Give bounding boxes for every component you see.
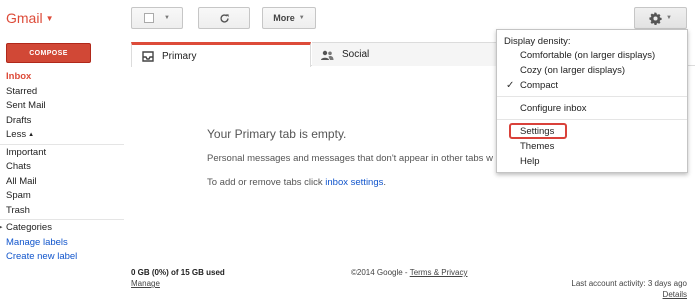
compact-label: Compact <box>520 80 559 91</box>
chevron-down-icon: ▼ <box>164 15 170 21</box>
tab-social-label: Social <box>342 49 370 60</box>
menu-divider <box>497 119 687 120</box>
themes-option[interactable]: Themes <box>497 140 687 153</box>
select-button[interactable]: ▼ <box>131 7 183 29</box>
copyright-text: ©2014 Google - <box>351 268 410 277</box>
menu-divider <box>497 96 687 97</box>
tabs-hint-text: To add or remove tabs click <box>207 177 326 188</box>
sidebar-item-sent-mail[interactable]: Sent Mail <box>6 99 124 114</box>
checkbox-icon <box>144 13 155 23</box>
tab-primary[interactable]: Primary <box>131 42 311 67</box>
last-account-activity: Last account activity: 3 days ago <box>571 279 687 288</box>
terms-privacy-link[interactable]: Terms & Privacy <box>410 268 468 277</box>
people-icon <box>320 50 334 60</box>
sidebar-less-toggle[interactable]: Less ▲ <box>6 128 124 143</box>
display-density-heading: Display density: <box>504 36 571 47</box>
density-compact-option[interactable]: ✓ Compact <box>497 79 687 92</box>
sidebar-item-spam[interactable]: Spam <box>6 189 124 204</box>
tabs-hint-suffix: . <box>383 177 387 188</box>
help-option[interactable]: Help <box>497 155 687 168</box>
create-new-label-link[interactable]: Create new label <box>6 250 124 265</box>
sidebar-item-important[interactable]: Important <box>6 146 124 161</box>
refresh-icon <box>219 13 229 23</box>
tabs-hint: To add or remove tabs click inbox settin… <box>207 177 386 188</box>
less-label: Less <box>6 129 27 140</box>
inbox-icon <box>142 50 154 62</box>
density-comfortable-option[interactable]: Comfortable (on larger displays) <box>497 49 687 62</box>
sidebar-divider <box>0 219 124 220</box>
footer-copyright: ©2014 Google - Terms & Privacy <box>351 268 467 277</box>
sidebar-item-starred[interactable]: Starred <box>6 85 124 100</box>
configure-inbox-option[interactable]: Configure inbox <box>497 102 687 115</box>
gear-icon <box>649 11 662 25</box>
sidebar-item-categories[interactable]: ▸ Categories <box>0 221 124 236</box>
triangle-right-icon: ▸ <box>0 224 3 231</box>
categories-label: Categories <box>6 222 52 233</box>
settings-gear-button[interactable]: ▼ <box>634 7 687 29</box>
manage-storage-link[interactable]: Manage <box>131 279 160 288</box>
more-label: More <box>273 13 295 23</box>
empty-state-description: Personal messages and messages that don'… <box>207 153 493 164</box>
settings-option[interactable]: Settings <box>497 125 687 138</box>
sidebar-item-inbox[interactable]: Inbox <box>6 70 124 85</box>
checkmark-icon: ✓ <box>506 80 515 91</box>
manage-labels-link[interactable]: Manage labels <box>6 236 124 251</box>
sidebar-item-drafts[interactable]: Drafts <box>6 114 124 129</box>
tab-primary-label: Primary <box>162 50 197 62</box>
settings-menu: Display density: Comfortable (on larger … <box>496 29 688 173</box>
sidebar-nav: Inbox Starred Sent Mail Drafts Less ▲ Imp… <box>0 70 124 265</box>
inbox-settings-link[interactable]: inbox settings <box>325 177 383 188</box>
tab-social[interactable]: Social <box>312 42 502 66</box>
sidebar-item-trash[interactable]: Trash <box>6 204 124 219</box>
refresh-button[interactable] <box>198 7 250 29</box>
chevron-down-icon: ▼ <box>666 15 672 21</box>
more-button[interactable]: More ▼ <box>262 7 316 29</box>
chevron-down-icon: ▼ <box>298 15 305 21</box>
sidebar-item-all-mail[interactable]: All Mail <box>6 175 124 190</box>
sidebar-item-chats[interactable]: Chats <box>6 160 124 175</box>
sidebar-divider <box>0 143 124 145</box>
details-link[interactable]: Details <box>663 290 687 299</box>
storage-usage: 0 GB (0%) of 15 GB used <box>131 268 225 277</box>
compose-button[interactable]: COMPOSE <box>6 43 91 63</box>
empty-state-title: Your Primary tab is empty. <box>207 127 347 141</box>
caret-down-icon: ▼ <box>45 14 54 23</box>
density-cozy-option[interactable]: Cozy (on larger displays) <box>497 64 687 77</box>
triangle-up-icon: ▲ <box>28 132 35 138</box>
gmail-logo[interactable]: Gmail ▼ <box>6 10 53 26</box>
